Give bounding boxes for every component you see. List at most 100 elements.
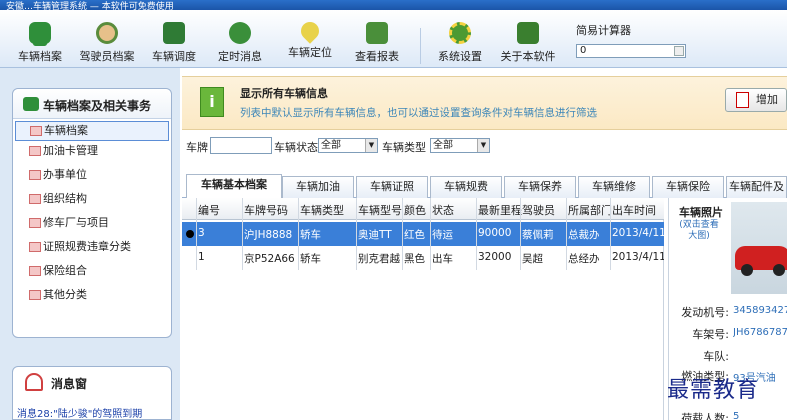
folder-icon (29, 242, 41, 252)
column-divider (430, 198, 431, 270)
system-settings-button[interactable]: 系统设置 (434, 22, 486, 66)
scheduled-message-button[interactable]: 定时消息 (214, 22, 266, 66)
type-select[interactable]: 全部 ▼ (430, 138, 490, 153)
sidebar-panel: 车辆档案及相关事务 车辆档案 加油卡管理 办事单位 组织结构 修车厂与项目 证照… (12, 88, 172, 338)
chevron-down-icon: ▼ (365, 139, 377, 152)
column-header[interactable]: 车辆型号 (358, 202, 402, 218)
current-row-indicator (186, 230, 194, 238)
calculator-title: 简易计算器 (576, 24, 631, 37)
column-divider (520, 198, 521, 270)
tab-vehicle-basic-archive[interactable]: 车辆基本档案 (186, 174, 282, 199)
location-pin-icon (297, 18, 323, 44)
view-report-button[interactable]: 查看报表 (350, 22, 404, 66)
bell-icon (25, 373, 43, 391)
info-icon: i (200, 87, 224, 117)
tab-vehicle-license[interactable]: 车辆证照 (356, 176, 428, 198)
vehicle-table: 编号 车牌号码 车辆类型 车辆型号 颜色 状态 最新里程 驾驶员 所属部门 出车… (182, 198, 664, 420)
tab-vehicle-fees[interactable]: 车辆规费 (430, 176, 502, 198)
message-line[interactable]: 消息28:"陆少骏"的驾照到期 (17, 405, 171, 420)
folder-icon (29, 266, 41, 276)
window-title-bar: 安徽…车辆管理系统 — 本软件可免费使用 (0, 0, 787, 10)
engine-number-value: 3458934275 (733, 305, 787, 316)
vehicle-archive-button[interactable]: 车辆档案 (14, 22, 66, 66)
vehicle-photo-title: 车辆照片 (679, 206, 723, 219)
column-header[interactable]: 出车时间 (612, 202, 664, 218)
driver-icon (96, 22, 118, 44)
engine-number-label: 发动机号: (681, 306, 729, 319)
window-title: 安徽…车辆管理系统 — 本软件可免费使用 (6, 2, 174, 10)
folder-icon (30, 126, 42, 136)
message-window: 消息窗 消息28:"陆少骏"的驾照到期 (12, 366, 172, 420)
calculator-value: 0 (580, 45, 587, 56)
message-window-title: 消息窗 (51, 377, 88, 391)
car-icon (23, 97, 39, 111)
tab-vehicle-insurance[interactable]: 车辆保险 (652, 176, 724, 198)
column-header[interactable]: 最新里程 (478, 202, 522, 218)
simple-calculator: 简易计算器 0 (576, 22, 686, 58)
passenger-capacity-label: 荷载人数: (681, 412, 729, 420)
calculator-button[interactable] (674, 46, 684, 56)
sidebar-item-vehicle-archive[interactable]: 车辆档案 (15, 121, 169, 141)
info-banner: i 显示所有车辆信息 列表中默认显示所有车辆信息，也可以通过设置查询条件对车辆信… (182, 76, 787, 130)
sidebar-item-insurance-combo[interactable]: 保险组合 (13, 261, 171, 285)
sidebar-item-office-units[interactable]: 办事单位 (13, 165, 171, 189)
column-header[interactable]: 所属部门 (568, 202, 612, 218)
driver-archive-button[interactable]: 驾驶员档案 (74, 22, 140, 66)
folder-icon (29, 290, 41, 300)
column-divider (298, 198, 299, 270)
new-document-icon (736, 92, 749, 108)
add-button[interactable]: 增加 (725, 88, 787, 112)
folder-icon (29, 170, 41, 180)
frame-number-label: 车架号: (692, 328, 729, 341)
column-header[interactable]: 车牌号码 (244, 202, 288, 218)
plate-input[interactable] (210, 137, 272, 154)
passenger-capacity-value: 5 (733, 411, 740, 420)
tab-vehicle-repair[interactable]: 车辆维修 (578, 176, 650, 198)
watermark-text: 最需教育 (667, 378, 760, 403)
report-icon (366, 22, 388, 44)
sidebar-item-license-fee-categories[interactable]: 证照规费违章分类 (13, 237, 171, 261)
table-row[interactable]: 1 京P52A66 轿车 别克君越 黑色 出车 32000 吴超 总经办 201… (182, 246, 664, 270)
message-icon (229, 22, 251, 44)
tab-bar: 车辆基本档案 车辆加油 车辆证照 车辆规费 车辆保养 车辆维修 车辆保险 车辆配… (182, 174, 787, 199)
gear-icon (449, 22, 471, 44)
column-header[interactable]: 车辆类型 (300, 202, 344, 218)
folder-icon (29, 194, 41, 204)
table-row[interactable]: 3 沪JH8888 轿车 奥迪TT 红色 待运 90000 蔡佩莉 总裁办 20… (182, 222, 664, 246)
view-large-photo-link[interactable]: (双击查看大图) (679, 220, 719, 242)
sidebar-item-other-categories[interactable]: 其他分类 (13, 285, 171, 309)
about-software-button[interactable]: 关于本软件 (498, 22, 558, 66)
column-divider (610, 198, 611, 270)
frame-number-value: JH67867876 (733, 327, 787, 338)
column-header[interactable]: 编号 (198, 202, 220, 218)
tab-vehicle-fuel[interactable]: 车辆加油 (282, 176, 354, 198)
column-header[interactable]: 驾驶员 (522, 202, 555, 218)
chevron-down-icon: ▼ (477, 139, 489, 152)
column-header[interactable]: 颜色 (404, 202, 426, 218)
column-divider (242, 198, 243, 270)
tab-vehicle-maintenance[interactable]: 车辆保养 (504, 176, 576, 198)
column-divider (196, 198, 197, 270)
vehicle-dispatch-button[interactable]: 车辆调度 (148, 22, 200, 66)
vehicle-location-button[interactable]: 车辆定位 (284, 18, 336, 66)
column-divider (402, 198, 403, 270)
calculator-input[interactable]: 0 (576, 44, 686, 58)
status-select[interactable]: 全部 ▼ (318, 138, 378, 153)
column-divider (356, 198, 357, 270)
column-header[interactable]: 状态 (432, 202, 454, 218)
car-wheel (741, 264, 753, 276)
sidebar-item-repair-shops[interactable]: 修车厂与项目 (13, 213, 171, 237)
banner-title: 显示所有车辆信息 (240, 87, 328, 100)
sidebar-item-fuel-card[interactable]: 加油卡管理 (13, 141, 171, 165)
folder-icon (29, 218, 41, 228)
car-icon (29, 22, 51, 46)
sidebar-panel-title: 车辆档案及相关事务 (43, 99, 152, 113)
column-divider (566, 198, 567, 270)
vehicle-photo[interactable] (731, 202, 787, 294)
tab-vehicle-parts[interactable]: 车辆配件及 (726, 176, 787, 198)
toolbar-divider (420, 28, 421, 64)
sidebar-item-org-structure[interactable]: 组织结构 (13, 189, 171, 213)
filter-bar: 车牌 车辆状态 全部 ▼ 车辆类型 全部 ▼ (182, 136, 787, 156)
sidebar-panel-header: 车辆档案及相关事务 (13, 89, 171, 119)
column-divider (476, 198, 477, 270)
